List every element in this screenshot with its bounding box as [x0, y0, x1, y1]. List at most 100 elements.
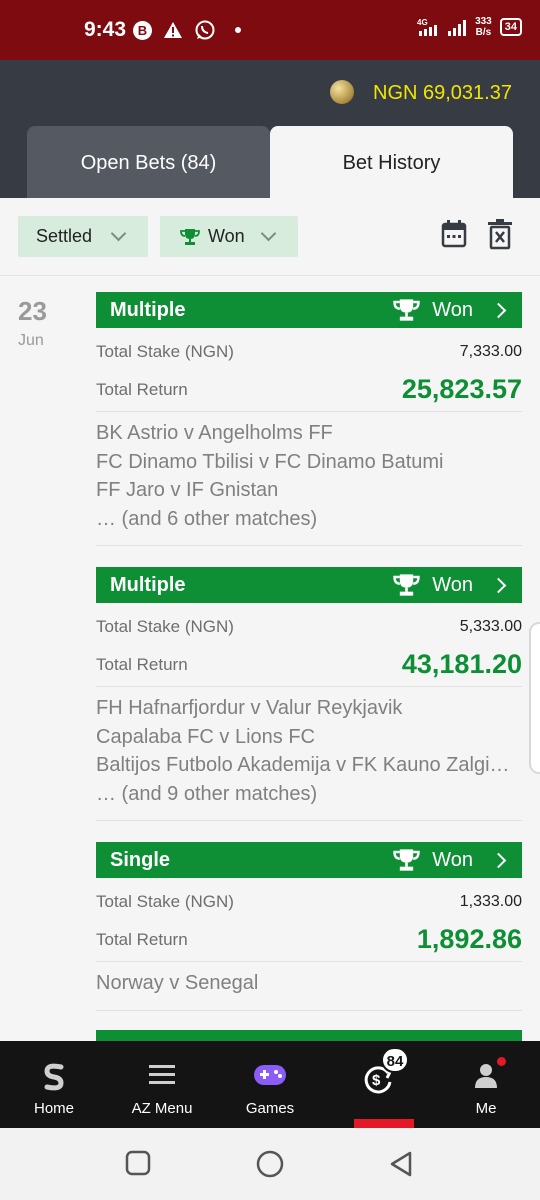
chevron-right-icon [490, 302, 507, 318]
stake-label: Total Stake (NGN) [96, 892, 234, 911]
filter-bar: Settled Won [0, 198, 540, 276]
trophy-icon [393, 574, 420, 596]
sporty-logo-icon [44, 1063, 64, 1091]
more-notifications-dot [235, 27, 241, 33]
won-filter-dropdown[interactable]: Won [160, 216, 298, 257]
stake-value: 1,333.00 [459, 893, 522, 910]
nav-cashout[interactable]: $ 84 [324, 1041, 432, 1128]
gamepad-icon [254, 1065, 286, 1085]
bet-status-label: Won [432, 573, 473, 596]
return-row: Total Return 43,181.20 [96, 647, 522, 687]
nav-me[interactable]: Me [432, 1041, 540, 1128]
svg-text:4G: 4G [417, 18, 428, 27]
system-status: 4G 333 B/s 34 [417, 16, 522, 38]
signal-icon [448, 20, 467, 36]
bet-card[interactable]: Single Won Total Stake (NGN) 1,333.00 To… [96, 842, 522, 1011]
bet-card[interactable]: Multiple Won Total Stake (NGN) 7,333.00 … [96, 292, 522, 546]
return-row: Total Return 1,892.86 [96, 922, 522, 962]
bet-header[interactable]: Multiple Won [96, 567, 522, 603]
date-day: 23 [18, 296, 47, 326]
chevron-right-icon [490, 577, 507, 593]
signal-4g-icon: 4G [417, 18, 438, 36]
account-balance[interactable]: NGN 69,031.37 [373, 82, 512, 105]
b-notification-icon: B [133, 20, 152, 40]
stake-label: Total Stake (NGN) [96, 342, 234, 361]
return-label: Total Return [96, 654, 188, 674]
home-icon[interactable] [256, 1150, 284, 1178]
nav-az-menu-label: AZ Menu [131, 1100, 193, 1117]
bet-card[interactable]: Multiple Won Total Stake (NGN) 5,333.00 … [96, 567, 522, 821]
bet-type: Multiple [110, 573, 186, 596]
user-icon [475, 1064, 497, 1088]
stake-value: 7,333.00 [459, 343, 522, 360]
bet-type: Single [110, 848, 171, 871]
match-list: BK Astrio v Angelholms FF FC Dinamo Tbil… [96, 412, 522, 546]
bets-header: NGN 69,031.37 Open Bets (84) Bet History [0, 60, 540, 198]
stake-row: Total Stake (NGN) 7,333.00 [96, 332, 522, 372]
open-bets-count-badge: 84 [381, 1047, 409, 1073]
back-icon[interactable] [388, 1150, 414, 1178]
stake-row: Total Stake (NGN) 1,333.00 [96, 882, 522, 922]
svg-text:$: $ [372, 1072, 381, 1089]
bet-status-label: Won [432, 848, 473, 871]
match-item: BK Astrio v Angelholms FF [96, 422, 333, 444]
match-item: FF Jaro v IF Gnistan [96, 479, 279, 501]
stake-row: Total Stake (NGN) 5,333.00 [96, 607, 522, 647]
clear-history-icon[interactable] [487, 218, 513, 250]
bet-history-list[interactable]: 23 Jun Multiple Won Total Stake (NGN) 7,… [0, 277, 540, 1041]
nav-az-menu[interactable]: AZ Menu [108, 1041, 216, 1128]
nav-home-label: Home [33, 1100, 74, 1117]
return-label: Total Return [96, 929, 188, 949]
match-item: FH Hafnarfjordur v Valur Reykjavik [96, 697, 403, 719]
more-matches-text: … (and 6 other matches) [96, 507, 318, 530]
return-value: 1,892.86 [416, 924, 522, 954]
nav-me-label: Me [475, 1100, 497, 1117]
match-list: Norway v Senegal [96, 962, 522, 1011]
chevron-right-icon [490, 852, 507, 868]
match-item: Capalaba FC v Lions FC [96, 725, 315, 748]
bet-header[interactable]: Multiple Won [96, 292, 522, 328]
match-item: FC Dinamo Tbilisi v FC Dinamo Batumi [96, 450, 444, 473]
trophy-icon [393, 849, 420, 871]
whatsapp-icon [195, 20, 215, 40]
tab-bet-history[interactable]: Bet History [270, 126, 513, 198]
bet-header[interactable]: Single Won [96, 842, 522, 878]
stake-label: Total Stake (NGN) [96, 617, 234, 636]
active-tab-indicator [354, 1119, 414, 1128]
more-matches-text: … (and 9 other matches) [96, 782, 318, 805]
nav-games[interactable]: Games [216, 1041, 324, 1128]
notification-icons: B [133, 19, 241, 41]
match-list: FH Hafnarfjordur v Valur Reykjavik Capal… [96, 687, 522, 821]
bet-status-label: Won [432, 298, 473, 321]
settled-filter-dropdown[interactable]: Settled [18, 216, 148, 257]
bet-status: Won [393, 298, 508, 322]
bet-card[interactable] [96, 1030, 522, 1041]
return-label: Total Return [96, 379, 188, 399]
recent-apps-icon[interactable] [125, 1150, 151, 1176]
chevron-down-icon [260, 225, 277, 242]
return-value: 25,823.57 [401, 374, 522, 404]
network-speed: 333 B/s [475, 16, 492, 38]
warning-icon [164, 22, 182, 38]
bet-status: Won [393, 573, 508, 597]
nav-home[interactable]: Home [0, 1041, 108, 1128]
trophy-icon [180, 228, 200, 245]
settled-filter-label: Settled [36, 226, 93, 246]
status-bar: 9:43 B 4G 333 B/s 34 [0, 0, 540, 60]
clock: 9:43 [84, 18, 127, 41]
bet-type: Multiple [110, 298, 186, 321]
bet-header[interactable] [96, 1030, 522, 1041]
return-row: Total Return 25,823.57 [96, 372, 522, 412]
hamburger-menu-icon [149, 1065, 175, 1084]
bottom-navigation: Home AZ Menu Games $ 84 Me [0, 1041, 540, 1128]
return-value: 43,181.20 [401, 649, 522, 679]
tab-open-bets[interactable]: Open Bets (84) [27, 126, 270, 198]
coin-icon [330, 80, 354, 104]
calendar-icon[interactable] [441, 220, 467, 248]
stake-value: 5,333.00 [459, 618, 522, 635]
chevron-down-icon [110, 225, 127, 242]
side-panel-handle[interactable] [529, 622, 540, 774]
nav-games-label: Games [245, 1100, 295, 1117]
trophy-icon [393, 299, 420, 321]
bet-status: Won [393, 848, 508, 872]
